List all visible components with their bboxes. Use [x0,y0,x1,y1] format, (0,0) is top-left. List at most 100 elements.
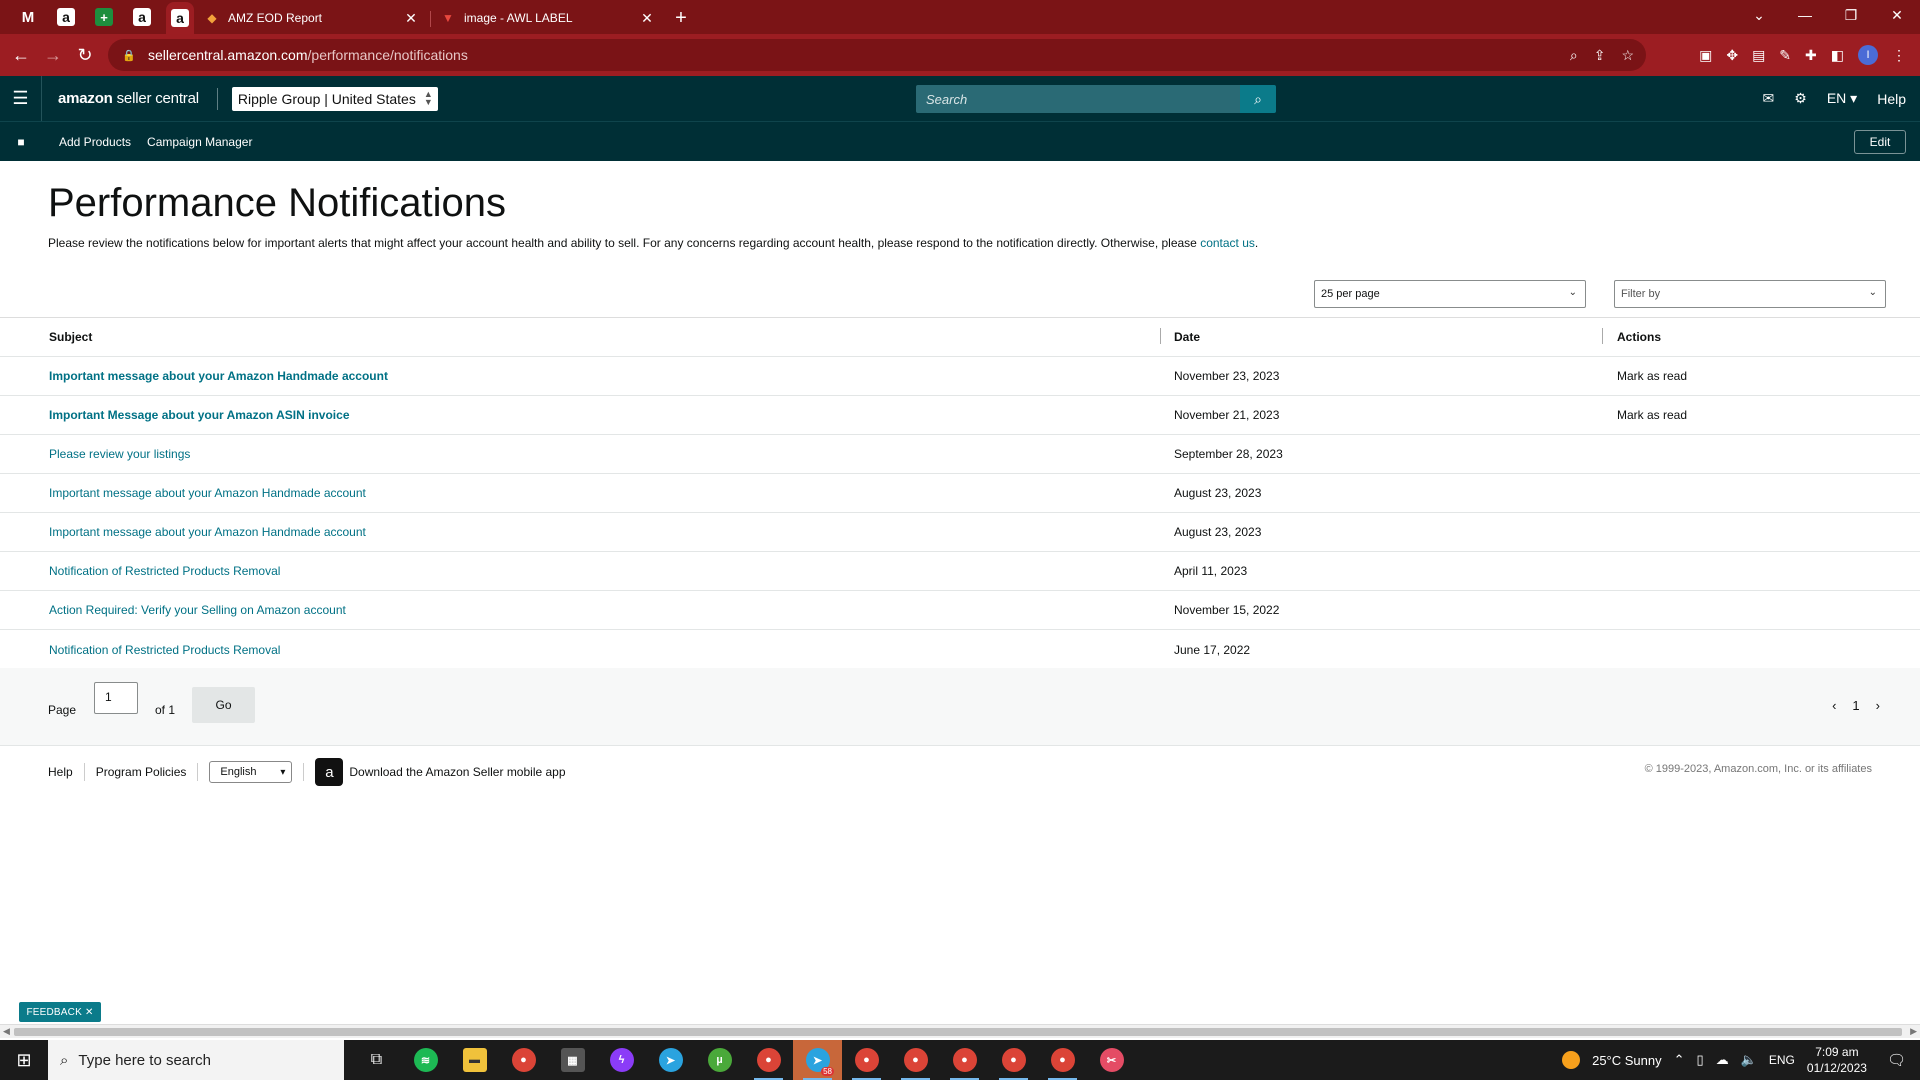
share-icon[interactable]: ⇪ [1594,47,1606,64]
account-switcher[interactable]: Ripple Group | United States ▲ ▼ [231,86,438,111]
language-indicator[interactable]: ENG [1769,1053,1795,1067]
download-app-link[interactable]: Download the Amazon Seller mobile app [349,765,565,779]
notification-subject-link[interactable]: Important message about your Amazon Hand… [49,369,388,383]
notification-subject-link[interactable]: Important message about your Amazon Hand… [49,486,366,500]
scroll-left-icon[interactable]: ◀ [3,1026,10,1037]
chrome-icon[interactable]: ● [499,1040,548,1080]
pinned-tab-amazon-1[interactable]: a [52,3,80,31]
chrome-profile-s-icon[interactable]: ● [989,1040,1038,1080]
cloud-icon[interactable]: ☁ [1716,1052,1729,1068]
feedback-button[interactable]: FEEDBACK ✕ [19,1002,101,1022]
telegram-icon[interactable]: ➤ [646,1040,695,1080]
page-number-input[interactable]: 1 [94,682,138,714]
mark-as-read-link[interactable]: Mark as read [1617,369,1687,383]
bookmark-campaign-manager[interactable]: Campaign Manager [147,135,252,149]
back-icon[interactable]: ← [5,39,37,71]
gear-icon[interactable]: ⚙ [1794,90,1807,107]
extension-puzzle-blue-icon[interactable]: ✥ [1726,47,1738,64]
minimize-icon[interactable]: — [1782,0,1828,30]
edit-bookmarks-button[interactable]: Edit [1854,130,1906,154]
footer-help-link[interactable]: Help [48,765,73,779]
calculator-icon[interactable]: ▦ [548,1040,597,1080]
chevron-right-icon[interactable]: › [1876,698,1880,713]
browser-tab[interactable]: ◆ AMZ EOD Report ✕ [194,2,430,34]
profile-avatar[interactable]: I [1858,45,1878,65]
bookmark-add-products[interactable]: Add Products [59,135,131,149]
language-selector[interactable]: EN ▾ [1827,90,1857,107]
file-explorer-icon[interactable]: ▬ [450,1040,499,1080]
windows-start-icon[interactable]: ⊞ [0,1040,48,1080]
close-icon[interactable]: ✕ [402,10,420,27]
task-view-icon[interactable]: ⧉ [352,1040,401,1080]
clock[interactable]: 7:09 am 01/12/2023 [1807,1044,1867,1076]
notification-subject-link[interactable]: Important Message about your Amazon ASIN… [49,408,350,422]
telegram-notification-icon[interactable]: ➤ 58 [793,1040,842,1080]
search-button[interactable]: ⌕ [1240,85,1276,113]
per-page-select[interactable]: 25 per page ⌄ [1314,280,1586,308]
restore-icon[interactable]: ❐ [1828,0,1874,30]
extensions-icon[interactable]: ✚ [1805,47,1817,64]
notification-subject-link[interactable]: Please review your listings [49,447,190,461]
bookmark-star-icon[interactable]: ☆ [1621,47,1634,64]
close-window-icon[interactable]: ✕ [1874,0,1920,30]
browser-tab[interactable]: ▼ image - AWL LABEL ✕ [430,2,666,34]
close-icon[interactable]: ✕ [638,10,656,27]
chrome-active-icon[interactable]: ● [842,1040,891,1080]
table-row: Important message about your Amazon Hand… [0,357,1920,396]
volume-icon[interactable]: 🔈 [1741,1052,1757,1068]
side-panel-icon[interactable]: ◧ [1831,47,1844,64]
seller-app-icon[interactable]: a [315,758,344,786]
close-icon[interactable]: ✕ [85,1007,94,1018]
go-button[interactable]: Go [192,687,255,723]
pinned-tab-amazon-active[interactable]: a [166,2,194,34]
mail-icon[interactable]: ✉ [1763,90,1775,107]
bookmark-icon[interactable]: ■ [0,135,42,149]
extension-off-icon[interactable]: ▣ [1699,47,1712,64]
notification-subject-link[interactable]: Notification of Restricted Products Remo… [49,564,280,578]
forward-icon[interactable]: → [37,39,69,71]
taskbar-search-input[interactable]: ⌕ Type here to search [48,1040,344,1080]
chevron-up-icon[interactable]: ⌃ [1674,1052,1685,1068]
reload-icon[interactable]: ↻ [69,39,101,71]
chrome-profile-h-icon[interactable]: ● [940,1040,989,1080]
pinned-tab-sheets[interactable]: + [90,3,118,31]
menu-dots-icon[interactable]: ⋮ [1892,47,1906,64]
hamburger-menu-icon[interactable]: ☰ [0,76,42,121]
chrome-profile-c-icon[interactable]: ● [891,1040,940,1080]
filter-select[interactable]: Filter by ⌄ [1614,280,1886,308]
chrome-profile-icon[interactable]: ● [744,1040,793,1080]
mark-as-read-link[interactable]: Mark as read [1617,408,1687,422]
search-input[interactable]: Search [916,85,1240,113]
notification-subject-link[interactable]: Action Required: Verify your Selling on … [49,603,346,617]
header-date[interactable]: Date [1160,328,1602,344]
spotify-icon[interactable]: ≋ [401,1040,450,1080]
program-policies-link[interactable]: Program Policies [96,765,187,779]
tab-search-icon[interactable]: ⌄ [1736,0,1782,30]
chrome-profile-g-icon[interactable]: ● [1038,1040,1087,1080]
messenger-icon[interactable]: ϟ [597,1040,646,1080]
horizontal-scrollbar[interactable]: ◀ ▶ [0,1024,1920,1038]
battery-icon[interactable]: ▯ [1697,1052,1704,1068]
chevron-left-icon[interactable]: ‹ [1832,698,1836,713]
snipping-tool-icon[interactable]: ✂ [1087,1040,1136,1080]
header-subject[interactable]: Subject [0,330,1160,344]
scroll-thumb[interactable] [14,1028,1902,1036]
extension-image-icon[interactable]: ▤ [1752,47,1765,64]
extension-edit-icon[interactable]: ✎ [1779,47,1791,64]
new-tab-button[interactable]: + [666,2,696,34]
pinned-tab-amazon-2[interactable]: a [128,3,156,31]
notifications-icon[interactable]: 🗨 [1887,1051,1906,1069]
contact-us-link[interactable]: contact us [1200,236,1255,250]
help-link[interactable]: Help [1877,91,1906,107]
notification-subject-link[interactable]: Notification of Restricted Products Remo… [49,643,280,657]
pinned-tab-gmail[interactable]: M [14,3,42,31]
current-page[interactable]: 1 [1852,698,1859,713]
utorrent-icon[interactable]: µ [695,1040,744,1080]
scroll-right-icon[interactable]: ▶ [1910,1026,1917,1037]
notification-subject-link[interactable]: Important message about your Amazon Hand… [49,525,366,539]
zoom-icon[interactable]: ⌕ [1570,47,1578,64]
seller-central-logo[interactable]: amazon seller central [58,90,199,107]
weather-text[interactable]: 25°C Sunny [1592,1053,1662,1068]
language-select[interactable]: English ▾ [209,761,293,783]
url-field[interactable]: 🔒 sellercentral.amazon.com/performance/n… [108,39,1646,71]
